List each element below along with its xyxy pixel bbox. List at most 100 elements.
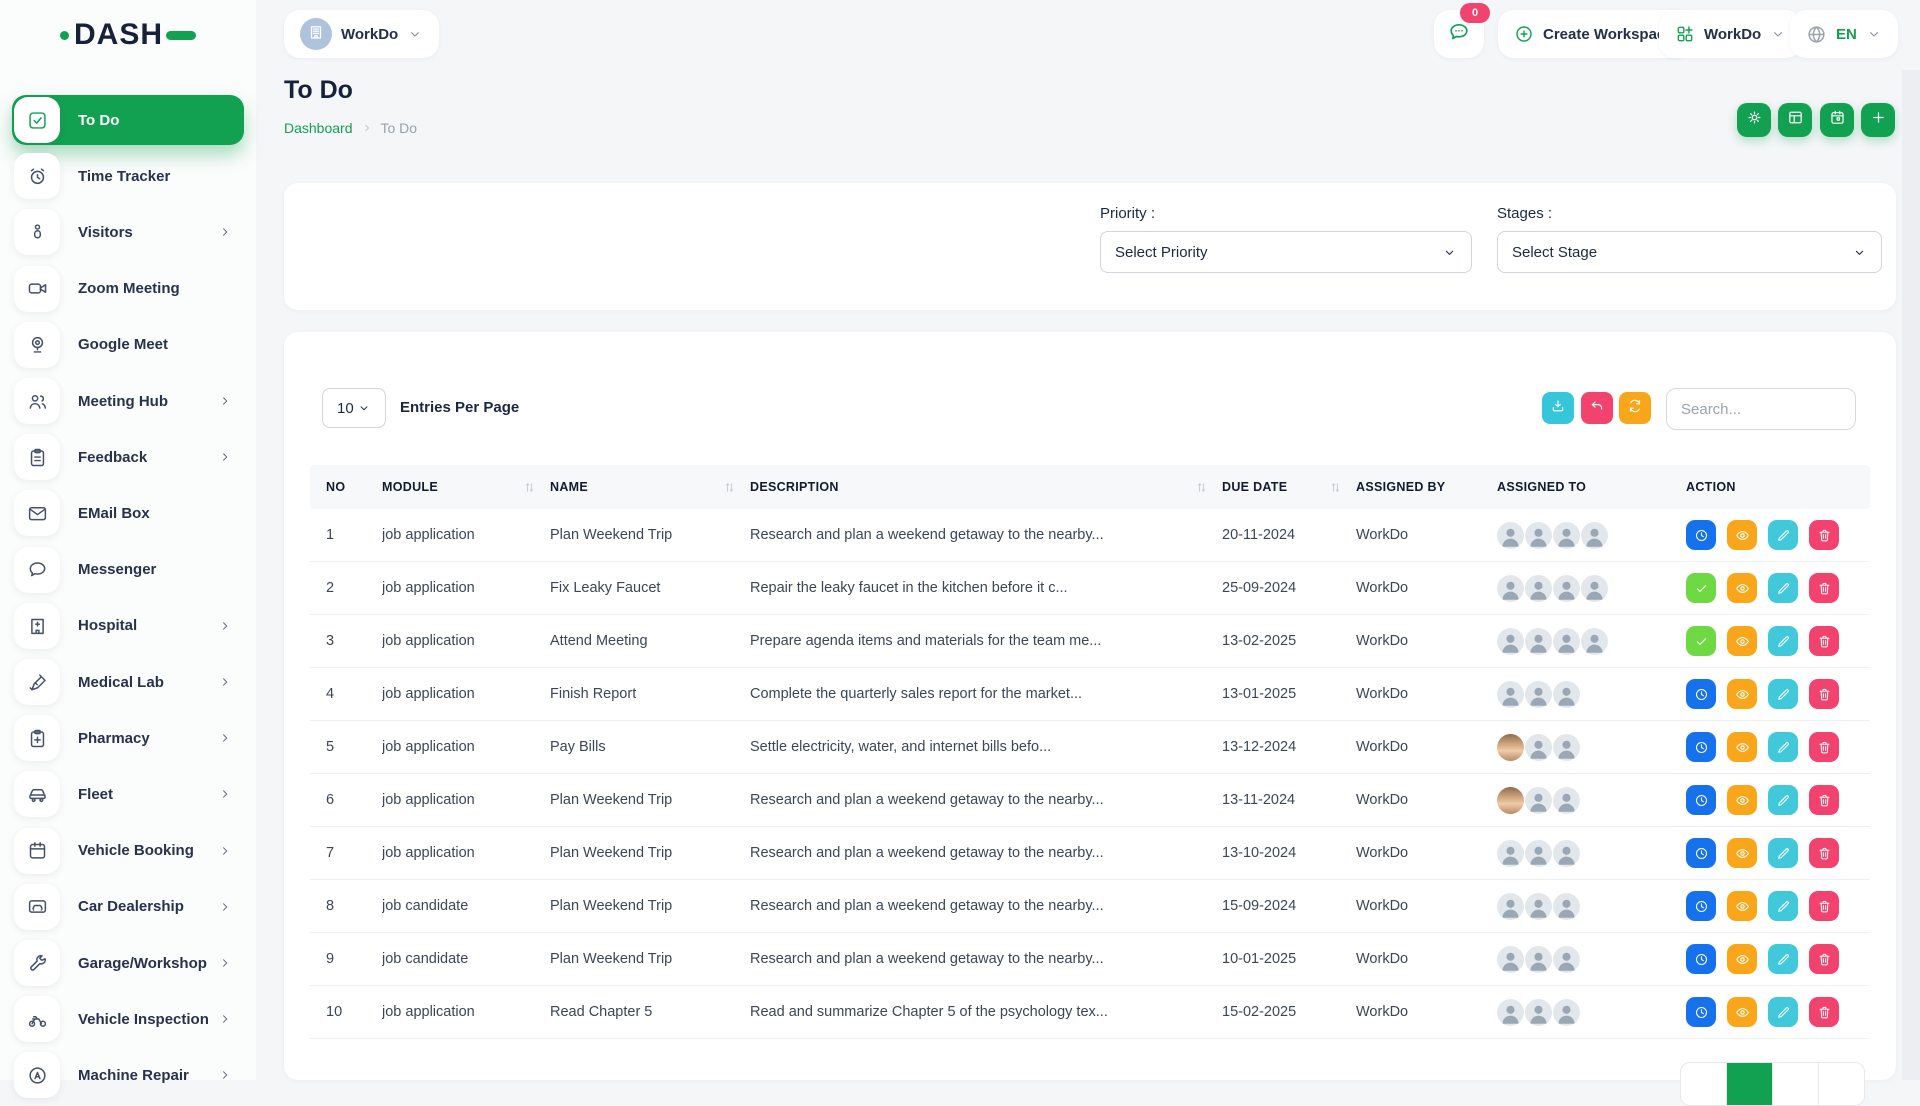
row-no: 7 bbox=[326, 845, 382, 861]
sidebar-item-fleet[interactable]: Fleet bbox=[12, 769, 244, 819]
wrench-tile bbox=[14, 940, 60, 986]
pagination-page-active[interactable] bbox=[1727, 1063, 1773, 1105]
sidebar-item-zoom-meeting[interactable]: Zoom Meeting bbox=[12, 264, 244, 314]
pencil-icon bbox=[1776, 793, 1791, 808]
clock-action-button[interactable] bbox=[1686, 785, 1716, 815]
trash-action-button[interactable] bbox=[1809, 679, 1839, 709]
settings-button[interactable] bbox=[1737, 103, 1771, 137]
eye-action-button[interactable] bbox=[1727, 732, 1757, 762]
sidebar-item-google-meet[interactable]: Google Meet bbox=[12, 320, 244, 370]
clock-action-button[interactable] bbox=[1686, 944, 1716, 974]
avatar-person-icon bbox=[1553, 946, 1580, 973]
sidebar-item-email-box[interactable]: EMail Box bbox=[12, 488, 244, 538]
trash-action-button[interactable] bbox=[1809, 573, 1839, 603]
pagination-page[interactable] bbox=[1819, 1063, 1864, 1105]
trash-action-button[interactable] bbox=[1809, 732, 1839, 762]
chevron-right-icon bbox=[218, 1068, 232, 1082]
workspace-selector[interactable]: WorkDo bbox=[284, 10, 439, 58]
check-action-button[interactable] bbox=[1686, 573, 1716, 603]
sidebar-item-visitors[interactable]: Visitors bbox=[12, 207, 244, 257]
assignee-avatar bbox=[1497, 946, 1524, 973]
machine-tile bbox=[14, 1052, 60, 1098]
eye-action-button[interactable] bbox=[1727, 944, 1757, 974]
pencil-action-button[interactable] bbox=[1768, 997, 1798, 1027]
column-header-name[interactable]: NAME bbox=[550, 480, 750, 494]
sidebar-item-hospital[interactable]: Hospital bbox=[12, 601, 244, 651]
workdo-menu[interactable]: WorkDo bbox=[1659, 10, 1802, 58]
pencil-action-button[interactable] bbox=[1768, 520, 1798, 550]
column-header-module[interactable]: MODULE bbox=[382, 480, 550, 494]
trash-icon bbox=[1817, 952, 1832, 967]
sidebar-item-meeting-hub[interactable]: Meeting Hub bbox=[12, 376, 244, 426]
calendar-view-button[interactable] bbox=[1820, 103, 1854, 137]
sidebar-item-machine-repair[interactable]: Machine Repair bbox=[12, 1050, 244, 1100]
undo-button[interactable] bbox=[1581, 392, 1613, 424]
check-action-button[interactable] bbox=[1686, 626, 1716, 656]
eye-action-button[interactable] bbox=[1727, 679, 1757, 709]
clock-action-button[interactable] bbox=[1686, 679, 1716, 709]
app-logo[interactable]: DASH bbox=[0, 0, 256, 70]
language-selector[interactable]: EN bbox=[1790, 10, 1898, 58]
vertical-scrollbar[interactable] bbox=[1902, 70, 1920, 1080]
trash-action-button[interactable] bbox=[1809, 944, 1839, 974]
trash-action-button[interactable] bbox=[1809, 891, 1839, 921]
pencil-action-button[interactable] bbox=[1768, 679, 1798, 709]
sidebar-item-garage-workshop[interactable]: Garage/Workshop bbox=[12, 938, 244, 988]
sidebar-item-vehicle-inspection[interactable]: Vehicle Inspection bbox=[12, 994, 244, 1044]
pencil-action-button[interactable] bbox=[1768, 573, 1798, 603]
priority-select[interactable]: Select Priority bbox=[1100, 231, 1472, 273]
row-no: 10 bbox=[326, 1004, 382, 1020]
trash-action-button[interactable] bbox=[1809, 997, 1839, 1027]
pencil-action-button[interactable] bbox=[1768, 626, 1798, 656]
table-view-button[interactable] bbox=[1778, 103, 1812, 137]
pagination-page[interactable] bbox=[1773, 1063, 1819, 1105]
search-input[interactable] bbox=[1666, 388, 1856, 430]
building-icon bbox=[307, 23, 325, 41]
avatar-person-icon bbox=[1553, 840, 1580, 867]
clock-action-button[interactable] bbox=[1686, 997, 1716, 1027]
column-header-due-date[interactable]: DUE DATE bbox=[1222, 480, 1356, 494]
refresh-button[interactable] bbox=[1619, 392, 1651, 424]
eye-action-button[interactable] bbox=[1727, 573, 1757, 603]
sidebar-item-car-dealership[interactable]: Car Dealership bbox=[12, 882, 244, 932]
pagination-page[interactable] bbox=[1681, 1063, 1727, 1105]
envelope-icon bbox=[27, 503, 48, 524]
column-header-description[interactable]: DESCRIPTION bbox=[750, 480, 1222, 494]
stage-select[interactable]: Select Stage bbox=[1497, 231, 1882, 273]
sidebar-item-time-tracker[interactable]: Time Tracker bbox=[12, 151, 244, 201]
eye-action-button[interactable] bbox=[1727, 626, 1757, 656]
entries-per-page-select[interactable]: 10 bbox=[322, 388, 386, 428]
trash-action-button[interactable] bbox=[1809, 838, 1839, 868]
sidebar-item-medical-lab[interactable]: Medical Lab bbox=[12, 657, 244, 707]
eye-action-button[interactable] bbox=[1727, 785, 1757, 815]
trash-action-button[interactable] bbox=[1809, 520, 1839, 550]
sidebar-item-to-do[interactable]: To Do bbox=[12, 95, 244, 145]
pencil-action-button[interactable] bbox=[1768, 891, 1798, 921]
messages-button[interactable]: 0 bbox=[1434, 10, 1484, 58]
trash-action-button[interactable] bbox=[1809, 626, 1839, 656]
export-button[interactable] bbox=[1542, 392, 1574, 424]
clock-action-button[interactable] bbox=[1686, 732, 1716, 762]
sidebar: DASH To Do Time Tracker Visitors Zoom Meeti… bbox=[0, 0, 256, 1080]
eye-action-button[interactable] bbox=[1727, 891, 1757, 921]
pencil-action-button[interactable] bbox=[1768, 838, 1798, 868]
sidebar-item-messenger[interactable]: Messenger bbox=[12, 545, 244, 595]
trash-action-button[interactable] bbox=[1809, 785, 1839, 815]
eye-action-button[interactable] bbox=[1727, 997, 1757, 1027]
row-description: Research and plan a weekend getaway to t… bbox=[750, 898, 1222, 914]
breadcrumb-home-link[interactable]: Dashboard bbox=[284, 120, 353, 136]
pencil-action-button[interactable] bbox=[1768, 785, 1798, 815]
clock-action-button[interactable] bbox=[1686, 891, 1716, 921]
sidebar-item-pharmacy[interactable]: Pharmacy bbox=[12, 713, 244, 763]
eye-action-button[interactable] bbox=[1727, 520, 1757, 550]
eye-action-button[interactable] bbox=[1727, 838, 1757, 868]
sidebar-item-vehicle-booking[interactable]: Vehicle Booking bbox=[12, 826, 244, 876]
add-todo-button[interactable] bbox=[1861, 103, 1895, 137]
plus-circle-icon bbox=[1514, 24, 1534, 44]
pencil-action-button[interactable] bbox=[1768, 944, 1798, 974]
chevron-down-icon bbox=[1866, 26, 1882, 42]
clock-action-button[interactable] bbox=[1686, 838, 1716, 868]
pencil-action-button[interactable] bbox=[1768, 732, 1798, 762]
clock-action-button[interactable] bbox=[1686, 520, 1716, 550]
sidebar-item-feedback[interactable]: Feedback bbox=[12, 432, 244, 482]
